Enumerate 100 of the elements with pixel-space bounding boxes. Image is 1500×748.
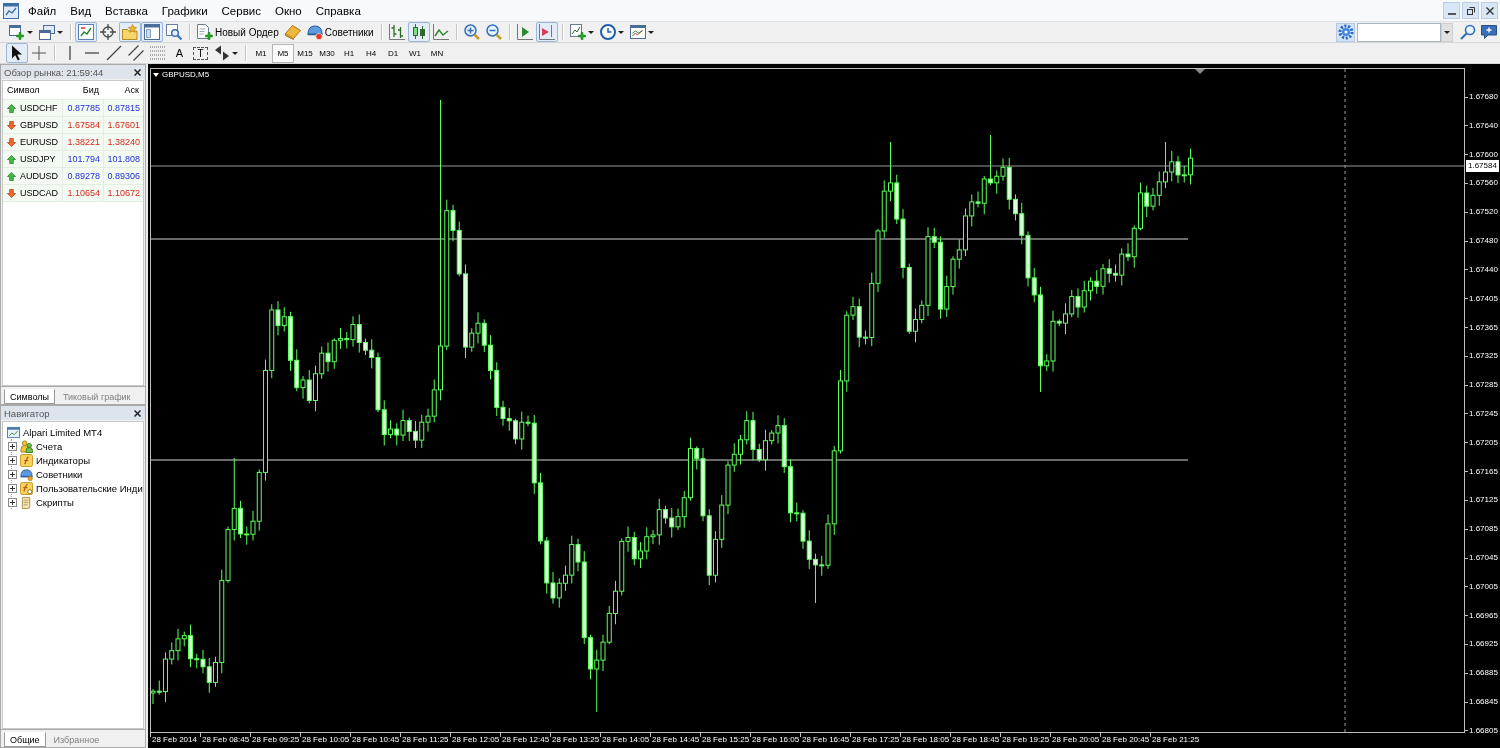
caret-icon[interactable]	[153, 73, 159, 77]
time-label: 28 Feb 11:25	[402, 734, 449, 746]
time-label: 28 Feb 17:25	[852, 734, 900, 746]
time-label: 28 Feb 10:45	[352, 734, 400, 746]
tree-item[interactable]: Индикаторы	[36, 454, 90, 466]
restore-button[interactable]	[1462, 2, 1479, 19]
bid-price: 101.794	[62, 151, 103, 167]
tree-item[interactable]: Счета	[36, 440, 63, 452]
clock-icon	[599, 24, 616, 40]
time-label: 28 Feb 14:05	[602, 734, 650, 746]
price-label: 1.66885	[1469, 667, 1498, 680]
price-label: 1.67680	[1469, 91, 1498, 103]
template-window-icon	[629, 24, 646, 40]
price-label: 1.67600	[1469, 148, 1498, 161]
tree-item[interactable]: Пользовательские Инди	[36, 482, 143, 494]
ask-price: 1.67601	[103, 117, 143, 133]
time-label: 28 Feb 12:45	[502, 734, 550, 746]
ask-price: 101.808	[103, 151, 143, 167]
timeframe-button[interactable]: M1	[250, 43, 272, 63]
price-label: 1.67125	[1469, 494, 1498, 507]
price-label: 1.67005	[1469, 580, 1498, 593]
triangle-marker-icon[interactable]	[1195, 69, 1205, 74]
column-header: Аск	[123, 85, 140, 95]
expand-icon[interactable]	[8, 441, 17, 451]
text-tool-button[interactable]: A	[169, 43, 190, 63]
time-label: 28 Feb 18:45	[952, 734, 1000, 746]
price-label: 1.67480	[1469, 235, 1498, 248]
bid-price: 0.87785	[62, 100, 103, 116]
panel-tab[interactable]: Символы	[4, 389, 55, 404]
panel-tab[interactable]: Тиковый график	[56, 389, 137, 404]
restore-icon	[1466, 6, 1475, 15]
price-label: 1.67520	[1469, 206, 1498, 219]
chart-window-icon[interactable]	[3, 2, 19, 19]
quote-row[interactable]: USDJPY 101.794 101.808	[3, 151, 143, 168]
time-label: 28 Feb 20:45	[1102, 734, 1150, 746]
price-label: 1.66805	[1469, 724, 1498, 737]
close-icon[interactable]	[134, 409, 141, 417]
menu-item[interactable]: Справка	[308, 2, 368, 19]
timeframe-button[interactable]: W1	[404, 43, 426, 63]
expand-icon[interactable]	[8, 455, 17, 465]
symbol-name: AUDUSD	[20, 171, 58, 181]
symbol-name: USDCHF	[20, 103, 58, 113]
expand-icon[interactable]	[8, 483, 17, 493]
menu-item[interactable]: Вставка	[98, 2, 155, 19]
time-label: 28 Feb 18:05	[902, 734, 950, 746]
price-label: 1.67205	[1469, 436, 1498, 449]
profiles-button[interactable]	[36, 22, 66, 42]
timeframe-button[interactable]: M5	[272, 43, 294, 63]
ask-price: 0.89306	[103, 168, 143, 184]
timeframe-button[interactable]: H4	[360, 43, 382, 63]
quote-row[interactable]: EURUSD 1.38221 1.38240	[3, 134, 143, 151]
timeframe-button[interactable]: MN	[426, 43, 448, 63]
quote-row[interactable]: USDCHF 0.87785 0.87815	[3, 100, 143, 117]
dropdown-button[interactable]	[1441, 22, 1453, 42]
new-order-button[interactable]: Новый Ордер	[194, 22, 282, 42]
timeframe-button[interactable]: M15	[294, 43, 316, 63]
time-label: 28 Feb 13:25	[552, 734, 600, 746]
search-button[interactable]	[1458, 22, 1477, 42]
minimize-button[interactable]	[1443, 2, 1460, 19]
time-label: 28 Feb 08:45	[202, 734, 250, 746]
menu-item[interactable]: Файл	[21, 2, 64, 19]
speech-bubble-icon	[1480, 24, 1497, 40]
ask-price: 1.38240	[103, 134, 143, 150]
column-header: Символ	[6, 85, 41, 95]
expand-icon[interactable]	[8, 469, 17, 479]
quote-row[interactable]: GBPUSD 1.67584 1.67601	[3, 117, 143, 134]
menu-item[interactable]: Окно	[267, 2, 309, 19]
current-price-label: 1.67584	[1466, 160, 1499, 172]
messages-button[interactable]	[1479, 22, 1498, 42]
time-label: 28 Feb 20:05	[1052, 734, 1100, 746]
stacked-windows-icon	[39, 24, 55, 40]
close-icon[interactable]	[134, 68, 141, 76]
down-arrow-icon	[7, 188, 16, 198]
panel-tab[interactable]: Общие	[4, 732, 46, 747]
price-label: 1.67285	[1469, 379, 1498, 392]
time-label: 28 Feb 15:25	[702, 734, 750, 746]
bid-price: 1.67584	[62, 117, 103, 133]
price-label: 1.67045	[1469, 552, 1498, 564]
close-button[interactable]	[1481, 2, 1498, 19]
panel-tab[interactable]: Избранное	[47, 732, 106, 747]
new-chart-button[interactable]	[6, 22, 36, 42]
quote-row[interactable]: AUDUSD 0.89278 0.89306	[3, 168, 143, 185]
search-field[interactable]	[1357, 22, 1441, 42]
experts-button[interactable]: Советники	[303, 22, 377, 42]
squiggle-box-icon	[20, 453, 33, 467]
quote-row[interactable]: USDCAD 1.10654 1.10672	[3, 185, 143, 202]
menu-item[interactable]: Графики	[154, 2, 215, 19]
tree-item[interactable]: Советники	[36, 468, 83, 480]
menu-item[interactable]: Вид	[63, 2, 99, 19]
expand-icon[interactable]	[8, 497, 17, 507]
tree-item[interactable]: Скрипты	[36, 496, 74, 508]
bid-price: 0.89278	[62, 168, 103, 184]
time-label: 28 Feb 16:45	[802, 734, 850, 746]
timeframe-button[interactable]: D1	[382, 43, 404, 63]
settings-button[interactable]	[1336, 22, 1355, 42]
menu-item[interactable]: Сервис	[214, 2, 268, 19]
time-label: 28 Feb 21:25	[1152, 734, 1200, 746]
tree-item[interactable]: Alpari Limited MT4	[23, 426, 103, 438]
timeframe-button[interactable]: H1	[338, 43, 360, 63]
timeframe-button[interactable]: M30	[316, 43, 338, 63]
